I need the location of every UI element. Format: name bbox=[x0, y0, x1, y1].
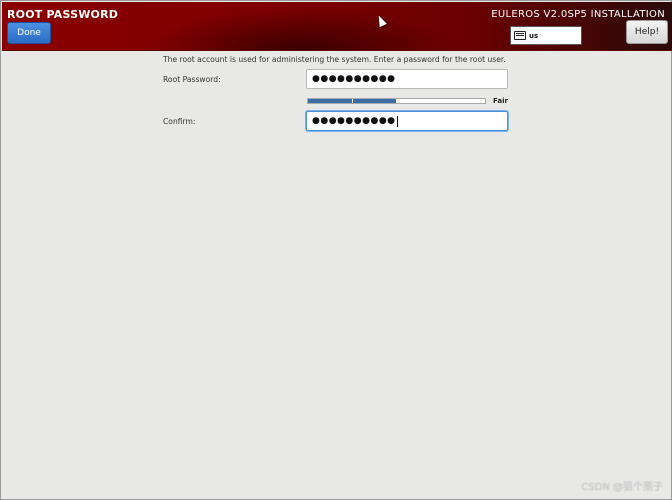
mouse-pointer-icon bbox=[375, 13, 387, 28]
keyboard-layout-label: us bbox=[529, 31, 539, 40]
keyboard-icon bbox=[514, 31, 526, 40]
page-title: ROOT PASSWORD bbox=[7, 8, 119, 21]
root-password-label: Root Password: bbox=[163, 75, 221, 84]
text-caret bbox=[396, 115, 398, 127]
help-button[interactable]: Help! bbox=[626, 20, 668, 44]
confirm-password-value: ●●●●●●●●●● bbox=[312, 116, 396, 126]
product-title: EULEROS V2.0SP5 INSTALLATION bbox=[491, 9, 665, 20]
done-button[interactable]: Done bbox=[7, 22, 51, 44]
confirm-password-field[interactable]: ●●●●●●●●●● bbox=[306, 111, 508, 131]
root-password-value: ●●●●●●●●●● bbox=[312, 74, 396, 84]
description-text: The root account is used for administeri… bbox=[163, 55, 506, 64]
strength-segment bbox=[441, 99, 485, 103]
confirm-label: Confirm: bbox=[163, 117, 196, 126]
keyboard-layout-indicator[interactable]: us bbox=[510, 26, 582, 45]
password-strength-label: Fair bbox=[493, 97, 508, 105]
header-bar: ROOT PASSWORD Done EULEROS V2.0SP5 INSTA… bbox=[2, 2, 672, 51]
watermark: CSDN @狙个栗子 bbox=[581, 482, 663, 493]
strength-segment bbox=[397, 99, 442, 103]
installer-window: ROOT PASSWORD Done EULEROS V2.0SP5 INSTA… bbox=[0, 0, 672, 500]
strength-segment bbox=[308, 99, 353, 103]
root-password-field[interactable]: ●●●●●●●●●● bbox=[306, 69, 508, 89]
password-strength-bar bbox=[307, 98, 486, 104]
strength-segment bbox=[352, 99, 397, 103]
